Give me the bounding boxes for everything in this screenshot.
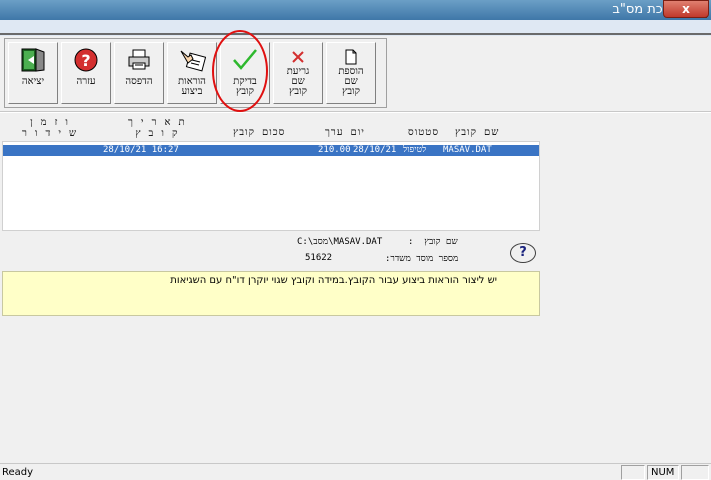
exit-button[interactable]: יציאה xyxy=(8,42,58,104)
info-panel xyxy=(0,231,540,271)
instructions-hand-icon xyxy=(178,47,207,77)
filename-label: שם קובץ : xyxy=(408,237,458,247)
row-file-date: 28/10/21 16:27 xyxy=(103,145,179,155)
status-pane-scrl xyxy=(681,465,709,480)
printer-icon xyxy=(126,47,152,77)
institution-value: 51622 xyxy=(305,253,333,263)
instructions-label: הוראות ביצוע xyxy=(178,76,206,97)
add-file-label: הוספת שם קובץ xyxy=(338,66,364,97)
help-label: עזרה xyxy=(76,76,96,87)
check-file-label: בדיקת קובץ xyxy=(233,76,257,97)
remove-file-button[interactable]: גריעת שם קובץ xyxy=(273,42,323,104)
svg-text:?: ? xyxy=(81,51,90,70)
header-value-date: יום ערך xyxy=(325,127,365,138)
header-send-date: ו ז מ ן ש י ד ו ר xyxy=(22,117,78,139)
close-button[interactable]: x xyxy=(663,0,709,18)
filename-value: C:\מסב\MASAV.DAT xyxy=(297,237,383,247)
help-bubble-icon[interactable]: ? xyxy=(510,243,536,263)
row-filename: MASAV.DAT xyxy=(443,145,492,155)
checkmark-icon xyxy=(231,47,259,77)
check-file-button[interactable]: בדיקת קובץ xyxy=(220,42,270,104)
header-filename: שם קובץ xyxy=(455,127,500,138)
toolbar-group: יציאה ? עזרה הדפסה הוראות ביצוע בדיקת קו… xyxy=(4,38,387,108)
help-button[interactable]: ? עזרה xyxy=(61,42,111,104)
row-value-date: 28/10/21 xyxy=(353,145,397,155)
institution-label: מספר מוסד משדר: xyxy=(385,254,459,264)
exit-door-icon xyxy=(20,47,46,77)
remove-file-label: גריעת שם קובץ xyxy=(286,66,310,97)
toolbar: יציאה ? עזרה הדפסה הוראות ביצוע בדיקת קו… xyxy=(0,36,711,112)
title-bar: מערכת מס"ב x xyxy=(0,0,711,20)
print-button[interactable]: הדפסה xyxy=(114,42,164,104)
help-question-icon: ? xyxy=(73,47,99,77)
add-file-button[interactable]: הוספת שם קובץ xyxy=(326,42,376,104)
instructions-button[interactable]: הוראות ביצוע xyxy=(167,42,217,104)
print-label: הדפסה xyxy=(125,76,153,87)
row-status: לטיפול xyxy=(403,145,427,155)
message-box: יש ליצור הוראות ביצוע עבור הקובץ.במידה ו… xyxy=(2,271,540,316)
header-total: סכום קובץ xyxy=(233,127,286,138)
status-ready: Ready xyxy=(2,467,34,478)
header-status: סטטוס xyxy=(408,127,440,138)
table-row[interactable]: MASAV.DAT לטיפול 28/10/21 210.00 28/10/2… xyxy=(3,145,539,156)
exit-label: יציאה xyxy=(21,76,45,87)
status-bar: Ready NUM xyxy=(0,463,711,480)
status-pane-empty xyxy=(621,465,645,480)
file-list[interactable]: MASAV.DAT לטיפול 28/10/21 210.00 28/10/2… xyxy=(2,141,540,231)
status-num: NUM xyxy=(647,465,679,480)
row-total: 210.00 xyxy=(318,145,351,155)
header-file-date: ת א ר י ך ק ו ב ץ xyxy=(128,117,186,139)
message-text: יש ליצור הוראות ביצוע עבור הקובץ.במידה ו… xyxy=(170,275,497,286)
menu-divider xyxy=(0,33,711,35)
